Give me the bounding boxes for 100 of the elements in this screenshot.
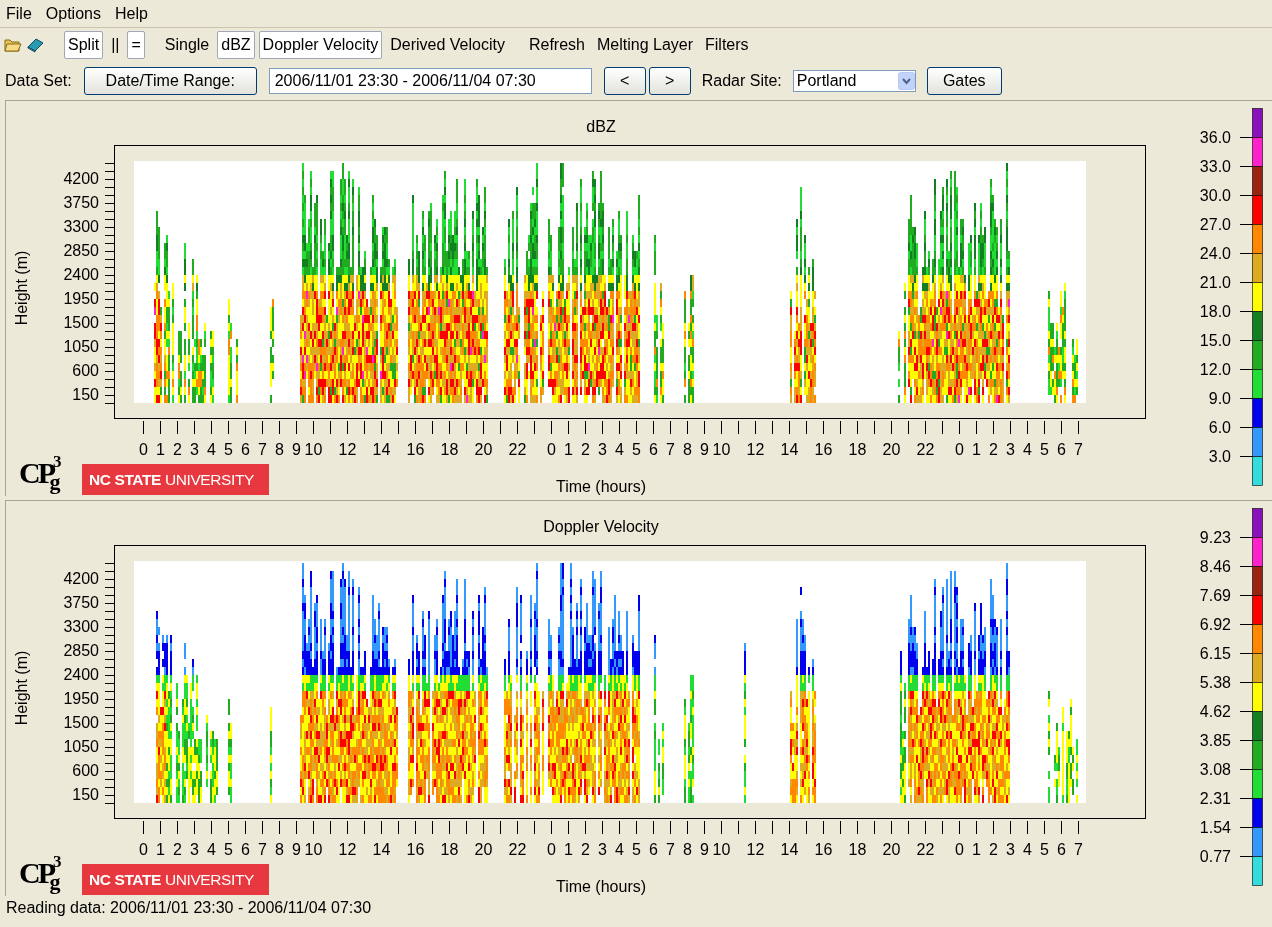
colorbar-label: 6.92 xyxy=(1199,616,1231,633)
x-tick-label: 3 xyxy=(190,441,199,458)
colorbar-tick xyxy=(1239,224,1253,225)
x-tick-label: 16 xyxy=(814,441,833,458)
x-tick-label: 9 xyxy=(700,441,709,458)
colorbar-label: 6.0 xyxy=(1208,419,1231,436)
x-tick-label: 4 xyxy=(1023,441,1032,458)
x-tick-label: 20 xyxy=(882,441,901,458)
toolbar-button[interactable]: Doppler Velocity xyxy=(258,31,383,59)
colorbar-label: 7.69 xyxy=(1199,587,1231,604)
y-tick-label: 3750 xyxy=(63,594,99,611)
colorbar-label: 5.38 xyxy=(1199,674,1231,691)
date-time-range-button[interactable]: Date/Time Range: xyxy=(83,67,257,95)
x-tick-label: 7 xyxy=(666,841,675,858)
colorbar-label: 36.0 xyxy=(1199,129,1231,146)
x-tick-label: 3 xyxy=(598,841,607,858)
next-button[interactable]: > xyxy=(648,67,691,95)
x-tick-label: 14 xyxy=(372,441,391,458)
colorbar-tick xyxy=(1239,827,1253,828)
x-tick-label: 6 xyxy=(1057,441,1066,458)
colorbar-tick xyxy=(1239,456,1253,457)
x-tick-label: 6 xyxy=(1057,841,1066,858)
x-tick-label: 22 xyxy=(508,841,527,858)
toolbar-button[interactable]: Melting Layer xyxy=(593,31,698,59)
x-tick-label: 18 xyxy=(848,841,867,858)
colorbar-tick xyxy=(1239,537,1253,538)
y-tick-label: 1050 xyxy=(63,738,99,755)
date-range-field[interactable]: 2006/11/01 23:30 - 2006/11/04 07:30 xyxy=(268,68,592,94)
gates-button[interactable]: Gates xyxy=(926,67,1002,95)
toolbar-button[interactable]: Refresh xyxy=(524,31,589,59)
x-tick-label: 0 xyxy=(547,441,556,458)
colorbar-label: 3.0 xyxy=(1208,448,1231,465)
colorbar-label: 1.54 xyxy=(1199,819,1231,836)
x-tick-label: 12 xyxy=(338,441,357,458)
x-tick-label: 0 xyxy=(139,841,148,858)
x-tick-label: 1 xyxy=(564,441,573,458)
colorbar-label: 4.62 xyxy=(1199,703,1231,720)
x-tick-label: 5 xyxy=(1040,841,1049,858)
x-tick-label: 0 xyxy=(139,441,148,458)
x-tick-label: 10 xyxy=(304,441,323,458)
previous-button[interactable]: < xyxy=(603,67,646,95)
colorbar-tick xyxy=(1239,166,1253,167)
y-tick-label: 2400 xyxy=(63,266,99,283)
x-tick-label: 10 xyxy=(712,841,731,858)
toolbar-button[interactable]: Single xyxy=(160,31,214,59)
x-tick-label: 12 xyxy=(746,441,765,458)
toolbar-button[interactable]: dBZ xyxy=(217,31,255,59)
menu-item[interactable]: File xyxy=(6,1,32,26)
y-tick-label: 1500 xyxy=(63,714,99,731)
open-folder-icon[interactable] xyxy=(4,37,22,53)
y-axis-label: Height (m) xyxy=(13,250,30,326)
x-tick-label: 4 xyxy=(1023,841,1032,858)
x-tick-label: 6 xyxy=(649,441,658,458)
x-tick-label: 8 xyxy=(275,841,284,858)
x-tick-label: 22 xyxy=(916,441,935,458)
x-tick-label: 1 xyxy=(972,441,981,458)
toolbar-button[interactable]: Derived Velocity xyxy=(386,31,509,59)
plot-title: Doppler Velocity xyxy=(543,518,659,535)
toolbar-button[interactable]: = xyxy=(127,31,145,59)
y-tick-label: 1050 xyxy=(63,338,99,355)
x-tick-label: 10 xyxy=(712,441,731,458)
colorbar-label: 9.0 xyxy=(1208,390,1231,407)
y-tick-label: 2850 xyxy=(63,242,99,259)
x-tick-label: 5 xyxy=(224,841,233,858)
colorbar-label: 30.0 xyxy=(1199,187,1231,204)
x-tick-label: 10 xyxy=(304,841,323,858)
y-tick-label: 2400 xyxy=(63,666,99,683)
x-tick-label: 16 xyxy=(406,841,425,858)
toolbar-button[interactable]: Filters xyxy=(701,31,753,59)
y-axis-label: Height (m) xyxy=(13,650,30,726)
y-tick-label: 1950 xyxy=(63,690,99,707)
colorbar-label: 27.0 xyxy=(1199,216,1231,233)
x-axis-label: Time (hours) xyxy=(555,878,647,895)
book-icon[interactable] xyxy=(26,37,44,53)
radar-site-dropdown[interactable]: Portland xyxy=(792,70,916,92)
data-set-label: Data Set: xyxy=(5,71,72,91)
colorbar-label: 2.31 xyxy=(1199,790,1231,807)
colorbar-tick xyxy=(1239,740,1253,741)
colorbar-label: 15.0 xyxy=(1199,332,1231,349)
x-tick-label: 0 xyxy=(955,841,964,858)
x-tick-label: 22 xyxy=(916,841,935,858)
menu-item[interactable]: Help xyxy=(114,1,148,26)
y-tick-label: 4200 xyxy=(63,170,99,187)
x-tick-label: 3 xyxy=(190,841,199,858)
university-banner: NC STATE UNIVERSITY xyxy=(82,864,269,895)
x-tick-label: 8 xyxy=(683,441,692,458)
colorbar-label: 24.0 xyxy=(1199,245,1231,262)
colorbar-tick xyxy=(1239,137,1253,138)
x-tick-label: 7 xyxy=(666,441,675,458)
colorbar-label: 9.23 xyxy=(1199,529,1231,546)
x-tick-label: 12 xyxy=(338,841,357,858)
menu-item[interactable]: Options xyxy=(45,1,101,26)
x-tick-label: 18 xyxy=(848,441,867,458)
toolbar-button[interactable]: Split xyxy=(64,31,104,59)
colorbar-tick xyxy=(1239,282,1253,283)
colorbar-label: 3.85 xyxy=(1199,732,1231,749)
colorbar-tick xyxy=(1239,340,1253,341)
colorbar-label: 33.0 xyxy=(1199,158,1231,175)
toolbar-button[interactable]: || xyxy=(107,31,124,59)
x-axis-label: Time (hours) xyxy=(555,478,647,495)
